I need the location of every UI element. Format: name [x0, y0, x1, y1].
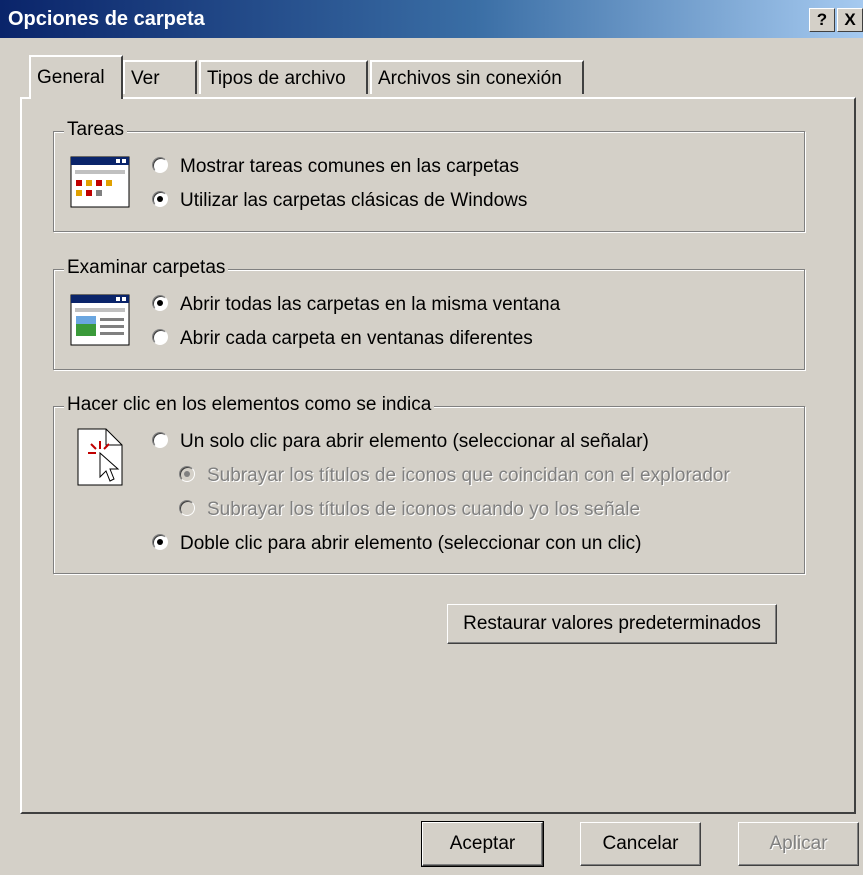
group-hacer-clic: Hacer clic en los elementos como se indi…: [53, 394, 805, 574]
browse-window-icon: [70, 294, 130, 346]
radio-un-solo-clic[interactable]: Un solo clic para abrir elemento (selecc…: [152, 431, 649, 453]
help-button[interactable]: ?: [809, 8, 835, 32]
window-title: Opciones de carpeta: [8, 8, 205, 30]
title-bar: Opciones de carpeta ? X: [0, 0, 863, 38]
radio-label: Abrir todas las carpetas en la misma ven…: [180, 294, 561, 315]
radio-carpetas-clasicas[interactable]: Utilizar las carpetas clásicas de Window…: [152, 190, 527, 212]
radio-button[interactable]: [152, 329, 168, 345]
radio-label: Doble clic para abrir elemento (seleccio…: [180, 533, 642, 554]
close-icon: X: [844, 10, 856, 29]
cancel-button[interactable]: Cancelar: [580, 822, 701, 866]
radio-misma-ventana[interactable]: Abrir todas las carpetas en la misma ven…: [152, 294, 560, 316]
tab-general[interactable]: General: [29, 55, 123, 99]
close-button[interactable]: X: [837, 8, 863, 32]
ok-button[interactable]: Aceptar: [421, 821, 544, 867]
apply-button: Aplicar: [738, 822, 859, 866]
radio-button[interactable]: [152, 432, 168, 448]
restore-defaults-button[interactable]: Restaurar valores predeterminados: [447, 604, 777, 644]
group-examinar-carpetas: Examinar carpetas Abrir todas las carpet…: [53, 257, 805, 370]
radio-button[interactable]: [152, 191, 168, 207]
radio-label: Subrayar los títulos de iconos que coinc…: [207, 465, 730, 486]
tab-archivos-sin-conexion[interactable]: Archivos sin conexión: [370, 60, 584, 94]
radio-label: Abrir cada carpeta en ventanas diferente…: [180, 328, 533, 349]
task-folder-icon: [70, 156, 130, 208]
click-cursor-icon: [77, 428, 123, 486]
radio-label: Un solo clic para abrir elemento (selecc…: [180, 431, 649, 452]
radio-label: Mostrar tareas comunes en las carpetas: [180, 156, 519, 177]
radio-button[interactable]: [152, 534, 168, 550]
radio-button: [179, 500, 195, 516]
group-tareas-title: Tareas: [64, 119, 128, 141]
tab-tipos-de-archivo[interactable]: Tipos de archivo: [199, 60, 368, 94]
radio-doble-clic[interactable]: Doble clic para abrir elemento (seleccio…: [152, 533, 641, 555]
group-examinar-title: Examinar carpetas: [64, 257, 229, 279]
tab-panel-general: Tareas Mostrar tareas comunes en las car…: [20, 97, 856, 814]
radio-ventanas-diferentes[interactable]: Abrir cada carpeta en ventanas diferente…: [152, 328, 533, 350]
group-tareas: Tareas Mostrar tareas comunes en las car…: [53, 119, 805, 232]
group-hacer-clic-title: Hacer clic en los elementos como se indi…: [64, 394, 435, 416]
radio-subrayar-senale: Subrayar los títulos de iconos cuando yo…: [179, 499, 640, 521]
radio-label: Utilizar las carpetas clásicas de Window…: [180, 190, 528, 211]
radio-button[interactable]: [152, 157, 168, 173]
radio-label: Subrayar los títulos de iconos cuando yo…: [207, 499, 641, 520]
radio-subrayar-explorador: Subrayar los títulos de iconos que coinc…: [179, 465, 730, 487]
tab-ver[interactable]: Ver: [123, 60, 197, 94]
radio-button: [179, 466, 195, 482]
radio-button[interactable]: [152, 295, 168, 311]
help-icon: ?: [816, 10, 828, 29]
radio-mostrar-tareas[interactable]: Mostrar tareas comunes en las carpetas: [152, 156, 519, 178]
